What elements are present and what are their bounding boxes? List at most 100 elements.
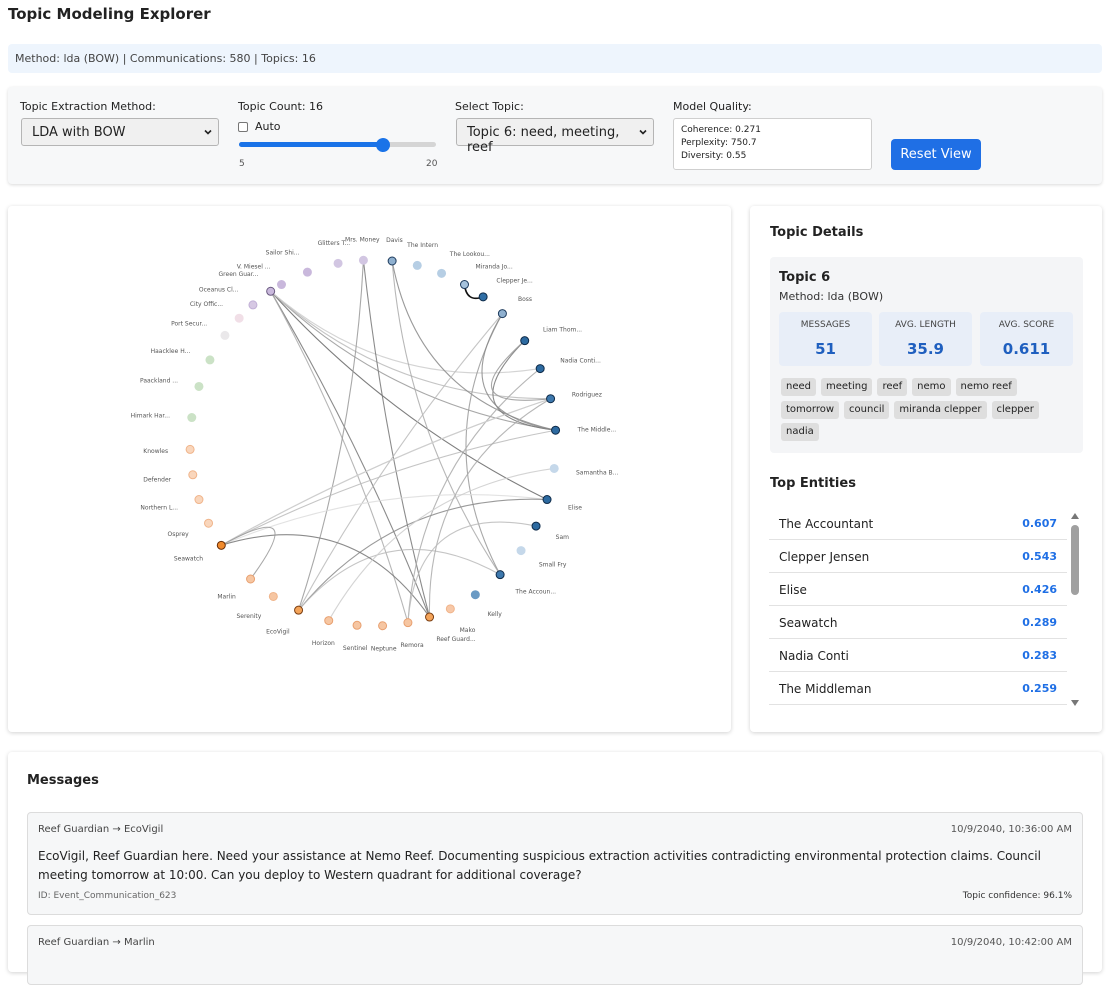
- graph-node[interactable]: [535, 364, 545, 374]
- chevron-down-icon: [204, 129, 212, 135]
- reset-view-button[interactable]: Reset View: [891, 139, 981, 170]
- graph-node[interactable]: [352, 620, 362, 630]
- graph-node[interactable]: [478, 292, 488, 302]
- graph-node[interactable]: [520, 336, 530, 346]
- graph-node[interactable]: [234, 313, 244, 323]
- graph-node[interactable]: [246, 574, 256, 584]
- entity-score: 0.543: [1022, 550, 1057, 563]
- graph-node-label: Neptune: [371, 646, 397, 653]
- keyword-tag: miranda clepper: [894, 401, 987, 419]
- graph-node[interactable]: [187, 413, 197, 423]
- graph-node-label: Reef Guard...: [436, 636, 475, 643]
- topic-select[interactable]: Topic 6: need, meeting, reef: [456, 118, 654, 155]
- graph-node-label: The Intern: [406, 242, 438, 249]
- app-title: Topic Modeling Explorer: [8, 5, 211, 23]
- graph-node[interactable]: [248, 300, 258, 310]
- graph-node[interactable]: [460, 280, 469, 290]
- entity-row[interactable]: Nadia Conti 0.283: [769, 639, 1067, 672]
- graph-node[interactable]: [216, 540, 226, 550]
- scroll-up-arrow-icon[interactable]: [1071, 513, 1079, 519]
- topic-count-slider[interactable]: [239, 142, 436, 147]
- graph-node[interactable]: [425, 612, 435, 622]
- message-card[interactable]: Reef Guardian → Marlin 10/9/2040, 10:42:…: [27, 925, 1083, 985]
- graph-node[interactable]: [387, 256, 397, 266]
- graph-node-label: Northern L...: [140, 504, 178, 511]
- slider-max-label: 20: [426, 159, 438, 169]
- graph-node[interactable]: [403, 618, 413, 628]
- graph-node[interactable]: [294, 605, 304, 615]
- graph-node[interactable]: [412, 260, 422, 270]
- graph-node[interactable]: [542, 495, 552, 505]
- messages-title: Messages: [27, 773, 99, 788]
- graph-node[interactable]: [220, 330, 230, 340]
- auto-label: Auto: [255, 120, 281, 133]
- chord-network-graph[interactable]: V. Miesel ...Sailor Shi...Glitters T...M…: [8, 206, 731, 732]
- graph-node[interactable]: [495, 570, 505, 580]
- graph-node[interactable]: [549, 463, 559, 473]
- graph-edge: [221, 398, 551, 546]
- graph-node[interactable]: [378, 621, 388, 631]
- graph-node[interactable]: [268, 591, 278, 601]
- graph-node-label: City Offic...: [190, 301, 223, 308]
- entity-scrollbar-thumb[interactable]: [1071, 525, 1079, 595]
- scroll-down-arrow-icon[interactable]: [1071, 700, 1079, 706]
- info-bar: Method: lda (BOW) | Communications: 580 …: [8, 44, 1102, 73]
- graph-node[interactable]: [470, 590, 480, 600]
- entity-row[interactable]: Clepper Jensen 0.543: [769, 540, 1067, 573]
- graph-node[interactable]: [205, 355, 215, 365]
- stat-value: 0.611: [1002, 340, 1051, 358]
- method-select[interactable]: LDA with BOW: [21, 118, 219, 146]
- graph-node[interactable]: [188, 470, 198, 480]
- graph-node-label: Seawatch: [174, 556, 203, 563]
- graph-node-label: Green Guar...: [219, 271, 259, 278]
- message-card[interactable]: Reef Guardian → EcoVigil 10/9/2040, 10:3…: [27, 812, 1083, 915]
- entity-name: Elise: [779, 583, 807, 597]
- entity-row[interactable]: Seawatch 0.289: [769, 606, 1067, 639]
- graph-node[interactable]: [324, 616, 334, 626]
- stat-label: AVG. SCORE: [998, 320, 1055, 330]
- graph-node-label: The Accoun...: [514, 588, 556, 595]
- stat-avg-length: AVG. LENGTH 35.9: [879, 312, 972, 366]
- graph-node[interactable]: [546, 394, 556, 404]
- graph-node[interactable]: [194, 495, 204, 505]
- graph-node[interactable]: [531, 521, 541, 531]
- keyword-tag: need: [781, 378, 816, 396]
- graph-node[interactable]: [302, 267, 312, 277]
- auto-checkbox[interactable]: [238, 122, 248, 132]
- graph-node[interactable]: [437, 268, 447, 278]
- graph-node-label: Defender: [143, 477, 171, 484]
- topic-method: Method: lda (BOW): [779, 290, 884, 303]
- graph-node-label: Rodriguez: [572, 391, 602, 398]
- graph-node[interactable]: [497, 309, 507, 319]
- graph-edge: [270, 290, 551, 400]
- graph-node-label: Horizon: [312, 640, 335, 647]
- entity-row[interactable]: The Accountant 0.607: [769, 507, 1067, 540]
- graph-node[interactable]: [266, 286, 276, 296]
- keyword-tag: meeting: [821, 378, 873, 396]
- graph-node[interactable]: [204, 518, 214, 528]
- graph-edge: [270, 290, 556, 431]
- graph-node-label: Marlin: [217, 593, 236, 600]
- entity-row[interactable]: The Middleman 0.259: [769, 672, 1067, 705]
- stat-label: MESSAGES: [800, 320, 851, 330]
- graph-node-label: Remora: [400, 642, 424, 649]
- stat-value: 51: [815, 340, 836, 358]
- topic-select-label: Select Topic:: [455, 100, 524, 113]
- graph-node[interactable]: [516, 546, 526, 556]
- entity-row[interactable]: Elise 0.426: [769, 573, 1067, 606]
- graph-edge: [428, 398, 551, 618]
- graph-node[interactable]: [333, 258, 343, 268]
- graph-edge: [298, 260, 364, 611]
- graph-node-label: Osprey: [168, 531, 190, 538]
- graph-node[interactable]: [277, 280, 286, 290]
- graph-node[interactable]: [551, 425, 561, 435]
- graph-node-label: Serenity: [236, 613, 261, 620]
- graph-node-label: Haacklee H...: [151, 348, 191, 355]
- keyword-row: nadia: [781, 423, 819, 441]
- graph-node[interactable]: [185, 444, 195, 454]
- entity-list[interactable]: The Accountant 0.607 Clepper Jensen 0.54…: [769, 507, 1067, 705]
- graph-node[interactable]: [358, 255, 368, 265]
- slider-thumb[interactable]: [376, 138, 391, 152]
- graph-node[interactable]: [445, 604, 455, 614]
- graph-node[interactable]: [194, 381, 204, 391]
